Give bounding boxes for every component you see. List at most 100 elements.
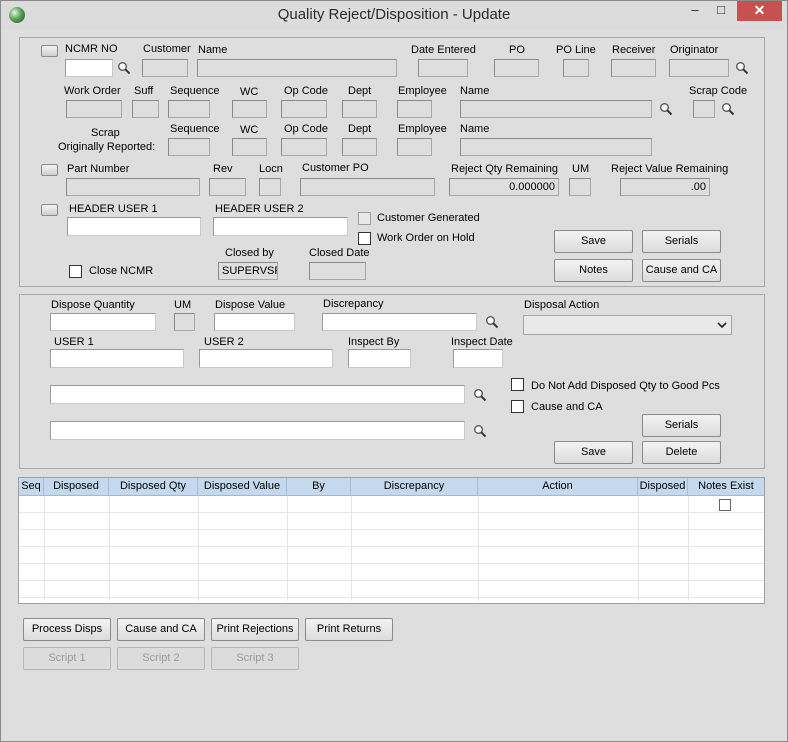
customer-label: Customer bbox=[143, 43, 191, 55]
notes-exist-checkbox[interactable] bbox=[719, 499, 731, 511]
reject-um-label: UM bbox=[572, 163, 590, 175]
scrap-name-label: Name bbox=[460, 123, 490, 135]
scrap-dept-label: Dept bbox=[348, 123, 372, 135]
rev-label: Rev bbox=[213, 163, 233, 175]
disp-serials-button[interactable]: Serials bbox=[642, 414, 721, 437]
po-line-label: PO Line bbox=[556, 44, 596, 56]
table-row[interactable] bbox=[19, 547, 764, 564]
dispose-value-input[interactable] bbox=[214, 313, 295, 331]
scrap-label: Scrap bbox=[91, 127, 120, 139]
ncmr-search-icon[interactable] bbox=[117, 61, 131, 75]
customer-generated-label: Customer Generated bbox=[377, 212, 480, 224]
scrap-name-field bbox=[460, 138, 652, 156]
employee-name-label: Name bbox=[460, 85, 490, 97]
grid-header: Seq Disposed Disposed Qty Disposed Value… bbox=[19, 478, 764, 496]
customer-name-field bbox=[197, 59, 397, 77]
employee-search-icon[interactable] bbox=[659, 102, 673, 116]
table-row[interactable] bbox=[19, 496, 764, 513]
reject-um-field bbox=[569, 178, 591, 196]
footer-cause-ca-button[interactable]: Cause and CA bbox=[117, 618, 205, 641]
col-action[interactable]: Action bbox=[478, 478, 638, 496]
table-row[interactable] bbox=[19, 581, 764, 598]
dispose-quantity-label: Dispose Quantity bbox=[51, 299, 135, 311]
originator-label: Originator bbox=[670, 44, 719, 56]
discrepancy-search-icon[interactable] bbox=[485, 315, 499, 329]
col-disposed-value[interactable]: Disposed Value bbox=[198, 478, 287, 496]
header-save-button[interactable]: Save bbox=[554, 230, 633, 253]
close-button[interactable]: ✕ bbox=[737, 1, 782, 21]
minimize-button[interactable]: – bbox=[684, 1, 706, 21]
print-rejections-button[interactable]: Print Rejections bbox=[211, 618, 299, 641]
closed-date-field bbox=[309, 262, 366, 280]
ncmr-no-input[interactable] bbox=[65, 59, 113, 77]
scrap-op-code-label: Op Code bbox=[284, 123, 329, 135]
header-serials-button[interactable]: Serials bbox=[642, 230, 721, 253]
table-row[interactable] bbox=[19, 564, 764, 581]
no-add-good-checkbox[interactable] bbox=[511, 378, 524, 391]
disposal-action-select[interactable] bbox=[523, 315, 732, 335]
dispose-quantity-input[interactable] bbox=[50, 313, 156, 331]
col-disposed-qty[interactable]: Disposed Qty bbox=[109, 478, 198, 496]
process-disps-button[interactable]: Process Disps bbox=[23, 618, 111, 641]
col-disposed-2[interactable]: Disposed bbox=[638, 478, 688, 496]
employee-field bbox=[397, 100, 432, 118]
dept-label: Dept bbox=[348, 85, 372, 97]
part-number-label: Part Number bbox=[67, 163, 130, 175]
discrepancy-input[interactable] bbox=[322, 313, 477, 331]
dispose-um-field bbox=[174, 313, 195, 331]
col-seq[interactable]: Seq bbox=[19, 478, 44, 496]
dispose-um-label: UM bbox=[174, 299, 192, 311]
chevron-down-icon bbox=[717, 322, 727, 329]
reject-value-field: .00 bbox=[620, 178, 710, 196]
header-notes-button[interactable]: Notes bbox=[554, 259, 633, 282]
no-add-good-label: Do Not Add Disposed Qty to Good Pcs bbox=[531, 380, 720, 392]
work-order-on-hold-label: Work Order on Hold bbox=[377, 232, 475, 244]
comment1-search-icon[interactable] bbox=[473, 388, 487, 402]
receiver-label: Receiver bbox=[612, 44, 656, 56]
reject-qty-label: Reject Qty Remaining bbox=[451, 163, 558, 175]
disp-save-button[interactable]: Save bbox=[554, 441, 633, 464]
inspect-by-input[interactable] bbox=[348, 349, 411, 368]
customer-field bbox=[142, 59, 188, 77]
comment2-search-icon[interactable] bbox=[473, 424, 487, 438]
disp-cause-ca-checkbox[interactable] bbox=[511, 400, 524, 413]
disposal-action-label: Disposal Action bbox=[524, 299, 600, 311]
originally-reported-label: Originally Reported: bbox=[58, 141, 156, 153]
close-ncmr-label: Close NCMR bbox=[89, 265, 154, 277]
maximize-button[interactable]: □ bbox=[710, 1, 732, 21]
part-lookup-button[interactable] bbox=[41, 164, 58, 176]
col-notes-exist[interactable]: Notes Exist bbox=[688, 478, 764, 496]
comment1-input[interactable] bbox=[50, 385, 465, 404]
customer-generated-checkbox bbox=[358, 212, 371, 225]
col-disposed[interactable]: Disposed bbox=[44, 478, 109, 496]
header-user-button[interactable] bbox=[41, 204, 58, 216]
col-by[interactable]: By bbox=[287, 478, 351, 496]
work-order-field bbox=[66, 100, 122, 118]
user1-input[interactable] bbox=[50, 349, 184, 368]
header-cause-ca-button[interactable]: Cause and CA bbox=[642, 259, 721, 282]
reject-qty-field: 0.000000 bbox=[449, 178, 559, 196]
table-row[interactable] bbox=[19, 530, 764, 547]
scrap-code-search-icon[interactable] bbox=[721, 102, 735, 116]
work-order-on-hold-checkbox[interactable] bbox=[358, 232, 371, 245]
table-row[interactable] bbox=[19, 513, 764, 530]
user2-input[interactable] bbox=[199, 349, 333, 368]
customer-po-label: Customer PO bbox=[302, 162, 369, 174]
closed-by-label: Closed by bbox=[225, 247, 274, 259]
ncmr-lookup-button[interactable] bbox=[41, 45, 58, 57]
originator-search-icon[interactable] bbox=[735, 61, 749, 75]
close-ncmr-checkbox[interactable] bbox=[69, 265, 82, 278]
header-user1-input[interactable] bbox=[67, 217, 201, 236]
po-field bbox=[494, 59, 539, 77]
inspect-date-input[interactable] bbox=[453, 349, 503, 368]
disp-delete-button[interactable]: Delete bbox=[642, 441, 721, 464]
comment2-input[interactable] bbox=[50, 421, 465, 440]
print-returns-button[interactable]: Print Returns bbox=[305, 618, 393, 641]
col-discrepancy[interactable]: Discrepancy bbox=[351, 478, 478, 496]
header-user2-input[interactable] bbox=[213, 217, 348, 236]
script1-button: Script 1 bbox=[23, 647, 111, 670]
inspect-by-label: Inspect By bbox=[348, 336, 400, 348]
date-entered-field bbox=[418, 59, 468, 77]
employee-label: Employee bbox=[398, 85, 447, 97]
locn-label: Locn bbox=[259, 163, 283, 175]
